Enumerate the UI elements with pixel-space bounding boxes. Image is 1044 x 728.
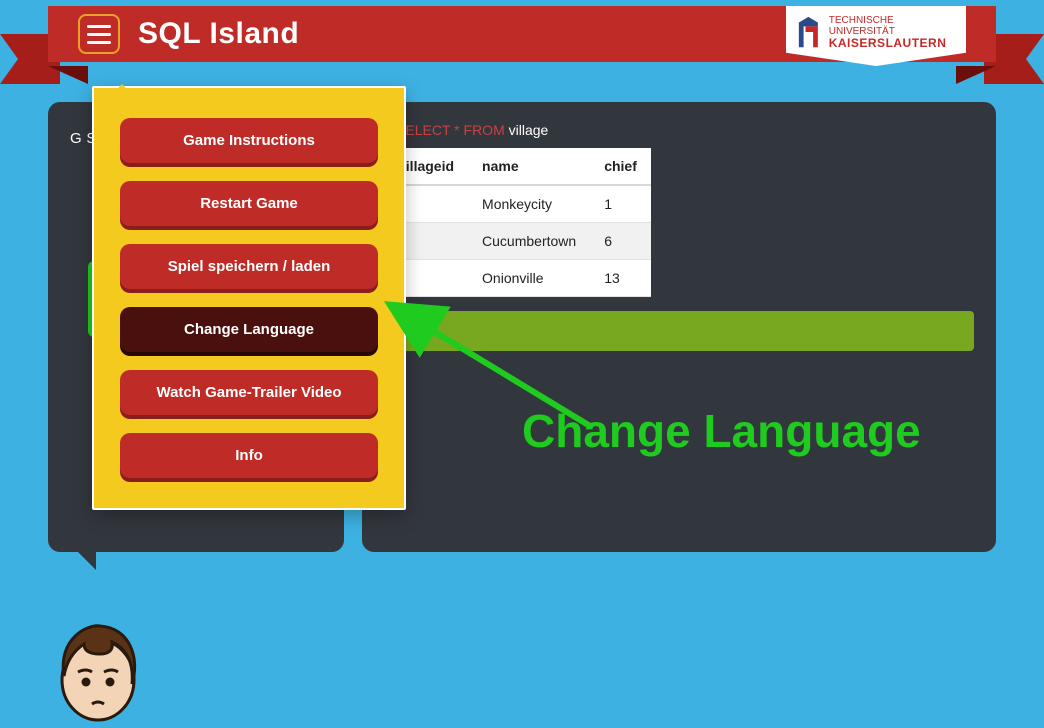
table-row: 3Onionville13 [384, 260, 651, 297]
sql-keywords: SELECT * FROM [396, 122, 505, 138]
query-line: > SELECT * FROM village [384, 122, 974, 138]
app-title: SQL Island [138, 17, 299, 51]
cell: Cucumbertown [468, 223, 590, 260]
sql-table: village [509, 122, 549, 138]
query-panel: > SELECT * FROM village villageidnamechi… [362, 102, 996, 552]
menu-button[interactable] [78, 14, 120, 54]
menu-item-1[interactable]: Restart Game [120, 181, 378, 226]
menu-item-5[interactable]: Info [120, 433, 378, 478]
cell: 6 [590, 223, 651, 260]
menu-item-2[interactable]: Spiel speichern / laden [120, 244, 378, 289]
menu-item-0[interactable]: Game Instructions [120, 118, 378, 163]
col-header: chief [590, 148, 651, 185]
avatar-icon [48, 618, 148, 728]
annotation-label: Change Language [522, 404, 921, 458]
cell: Onionville [468, 260, 590, 297]
menu-item-4[interactable]: Watch Game-Trailer Video [120, 370, 378, 415]
cell: 1 [590, 185, 651, 223]
university-logo-icon [796, 16, 821, 50]
table-row: 1Monkeycity1 [384, 185, 651, 223]
university-line2: KAISERSLAUTERN [829, 36, 947, 50]
result-table: villageidnamechief 1Monkeycity12Cucumber… [384, 148, 651, 297]
university-line1: TECHNISCHE UNIVERSITÄT [829, 15, 895, 37]
menu-item-3[interactable]: Change Language [120, 307, 378, 352]
table-row: 2Cucumbertown6 [384, 223, 651, 260]
university-badge: TECHNISCHE UNIVERSITÄT KAISERSLAUTERN [786, 6, 966, 66]
cell: Monkeycity [468, 185, 590, 223]
cell: 13 [590, 260, 651, 297]
menu-dropdown: Game Instructions Restart Game Spiel speic… [92, 86, 406, 510]
success-bar: ah! [384, 311, 974, 351]
col-header: name [468, 148, 590, 185]
